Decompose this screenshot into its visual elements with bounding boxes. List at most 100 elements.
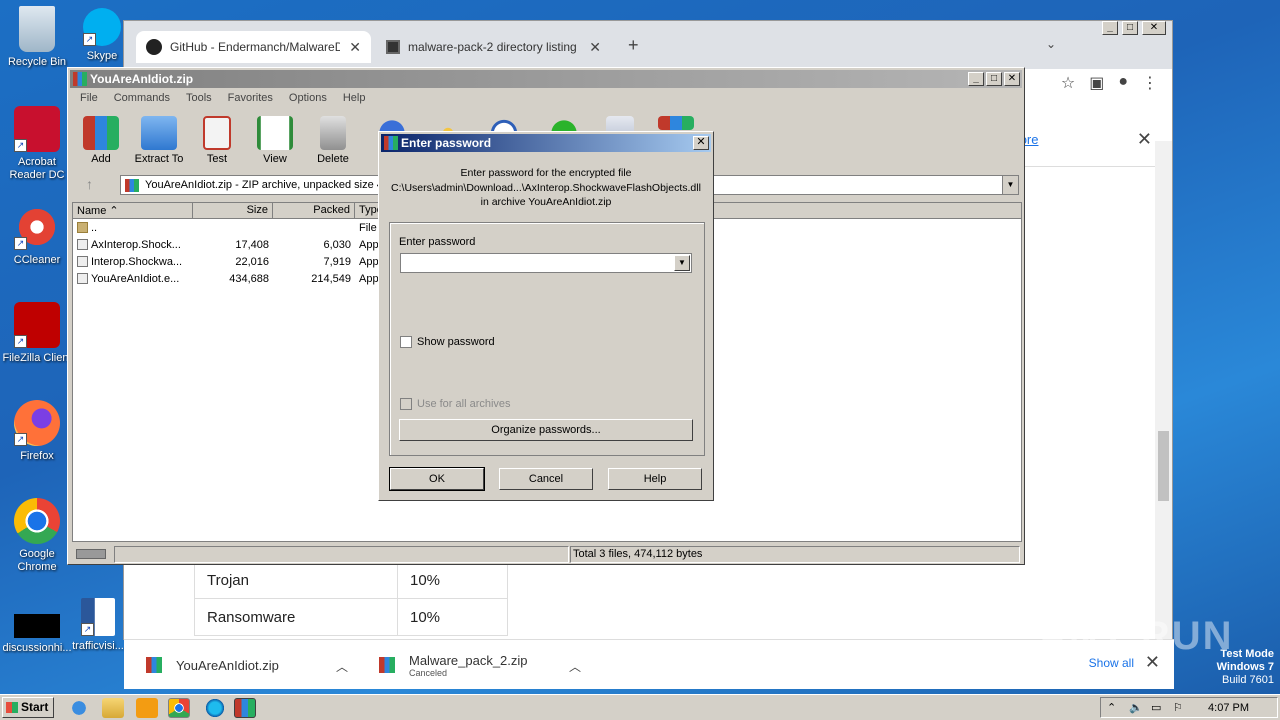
organize-passwords-button[interactable]: Organize passwords...: [399, 419, 693, 441]
download-item[interactable]: YouAreAnIdiot.zip ︿: [146, 648, 356, 682]
desktop-icon-discussion[interactable]: discussionhi...: [0, 614, 74, 655]
download-status: Canceled: [409, 667, 448, 678]
table-cell: Ransomware: [194, 598, 398, 636]
message-line: in archive YouAreAnIdiot.zip: [480, 196, 612, 208]
chrome-taskbar-icon[interactable]: [168, 698, 190, 718]
desktop-icon-acrobat[interactable]: ↗ Acrobat Reader DC: [0, 106, 74, 182]
dialog-titlebar: Enter password ✕: [381, 134, 711, 152]
file-size: 434,688: [229, 272, 269, 285]
table-row: Ransomware 10%: [194, 598, 508, 636]
window-controls: _ □ ✕: [968, 72, 1020, 86]
test-button[interactable]: Test: [188, 110, 246, 165]
toolbar-label: Extract To: [134, 153, 184, 165]
password-input[interactable]: ▼: [400, 253, 692, 273]
menu-bar: File Commands Tools Favorites Options He…: [72, 90, 373, 106]
menu-favorites[interactable]: Favorites: [220, 90, 281, 106]
drive-icon: [76, 549, 106, 559]
folder-icon: [141, 116, 177, 150]
use-for-all-archives-checkbox: Use for all archives: [400, 398, 511, 410]
tab-search-icon[interactable]: ⌄: [1046, 37, 1056, 51]
dropdown-arrow-icon[interactable]: ▼: [1002, 176, 1018, 194]
column-packed[interactable]: Packed: [273, 203, 355, 218]
delete-button[interactable]: Delete: [304, 110, 362, 165]
add-button[interactable]: Add: [72, 110, 130, 165]
desktop-icon-ccleaner[interactable]: ↗ CCleaner: [0, 204, 74, 267]
ok-button[interactable]: OK: [389, 467, 485, 491]
desktop-icon-chrome[interactable]: Google Chrome: [0, 498, 74, 574]
menu-help[interactable]: Help: [335, 90, 374, 106]
close-infobar-icon[interactable]: ✕: [1137, 129, 1152, 150]
tab-github[interactable]: GitHub - Endermanch/MalwareDatab ✕: [136, 31, 371, 63]
start-button[interactable]: Start: [2, 697, 54, 718]
message-line: Enter password for the encrypted file: [460, 167, 632, 179]
show-password-checkbox[interactable]: Show password: [400, 336, 495, 348]
minimize-icon[interactable]: _: [968, 72, 984, 86]
menu-commands[interactable]: Commands: [106, 90, 178, 106]
toolbar-label: Add: [91, 153, 111, 165]
desktop-icon-filezilla[interactable]: ↗ FileZilla Client: [0, 302, 74, 365]
desktop-icon-label: Acrobat Reader DC: [9, 156, 65, 181]
folder-icon: [77, 222, 88, 234]
winrar-taskbar-icon[interactable]: [234, 698, 256, 718]
download-name: Malware_pack_2.zip: [409, 652, 528, 668]
menu-icon[interactable]: ⋮: [1142, 73, 1158, 93]
dropdown-arrow-icon[interactable]: ▼: [674, 255, 690, 271]
view-button[interactable]: View: [246, 110, 304, 165]
desktop-icon-label: Google Chrome: [17, 548, 57, 573]
page-scrollbar[interactable]: [1155, 141, 1172, 651]
file-name: Interop.Shockwa...: [91, 255, 183, 268]
ie-icon[interactable]: [68, 698, 90, 718]
file-packed: 6,030: [323, 238, 351, 251]
test-mode-line: Test Mode: [1220, 648, 1274, 660]
winrar-titlebar: YouAreAnIdiot.zip _ □ ✕: [70, 70, 1022, 88]
trash-icon: [320, 116, 346, 150]
maximize-icon[interactable]: □: [986, 72, 1002, 86]
download-item[interactable]: Malware_pack_2.zip Canceled ︿: [379, 648, 589, 682]
column-name[interactable]: Name ⌃: [73, 203, 193, 218]
table-cell: 10%: [397, 598, 508, 636]
chevron-up-icon[interactable]: ︿: [336, 658, 348, 675]
book-icon: [257, 116, 293, 150]
flag-icon[interactable]: ⚐: [1173, 701, 1183, 714]
profile-icon[interactable]: ●: [1118, 73, 1128, 93]
new-tab-icon[interactable]: +: [628, 35, 639, 56]
up-folder-icon[interactable]: ↑: [86, 176, 93, 192]
side-panel-icon[interactable]: ▣: [1089, 73, 1104, 93]
checkbox-box[interactable]: [400, 336, 412, 348]
close-tab-icon[interactable]: ✕: [589, 39, 601, 56]
cancel-button[interactable]: Cancel: [499, 468, 593, 490]
tray-arrow-icon[interactable]: ⌃: [1107, 701, 1116, 714]
extract-to-button[interactable]: Extract To: [130, 110, 188, 165]
status-panel-left: [114, 546, 569, 563]
system-tray: ⌃ 🔈 ▭ ⚐ 4:07 PM: [1100, 697, 1278, 718]
word-document-icon: ↗: [81, 598, 115, 636]
help-button[interactable]: Help: [608, 468, 702, 490]
close-tab-icon[interactable]: ✕: [349, 39, 361, 56]
media-player-icon[interactable]: [136, 698, 158, 718]
desktop-icon-recycle-bin[interactable]: Recycle Bin: [0, 6, 74, 69]
explorer-icon[interactable]: [102, 698, 124, 718]
chevron-up-icon[interactable]: ︿: [569, 658, 581, 675]
clock[interactable]: 4:07 PM: [1208, 702, 1249, 714]
maximize-icon[interactable]: □: [1122, 21, 1138, 35]
network-icon[interactable]: ▭: [1151, 701, 1161, 714]
desktop-icon-trafficvisi[interactable]: ↗ trafficvisi...: [68, 598, 128, 653]
volume-icon[interactable]: 🔈: [1129, 701, 1143, 714]
desktop-icon-label: FileZilla Client: [2, 352, 72, 364]
menu-tools[interactable]: Tools: [178, 90, 220, 106]
menu-options[interactable]: Options: [281, 90, 335, 106]
edge-icon[interactable]: [204, 698, 226, 718]
minimize-icon[interactable]: _: [1102, 21, 1118, 35]
test-mode-text: Test Mode Windows 7 Build 7601: [1217, 648, 1274, 687]
close-icon[interactable]: ✕: [693, 136, 709, 150]
bookmark-star-icon[interactable]: ☆: [1061, 73, 1075, 93]
tab-malware-pack[interactable]: malware-pack-2 directory listing ✕: [376, 31, 611, 63]
close-icon[interactable]: ✕: [1142, 21, 1166, 35]
dialog-message: Enter password for the encrypted file C:…: [379, 166, 713, 210]
scrollbar-thumb[interactable]: [1158, 431, 1169, 501]
menu-file[interactable]: File: [72, 90, 106, 106]
close-icon[interactable]: ✕: [1004, 72, 1020, 86]
desktop-icon-skype[interactable]: ↗ Skype: [74, 8, 130, 63]
column-size[interactable]: Size: [193, 203, 273, 218]
desktop-icon-firefox[interactable]: ↗ Firefox: [0, 400, 74, 463]
